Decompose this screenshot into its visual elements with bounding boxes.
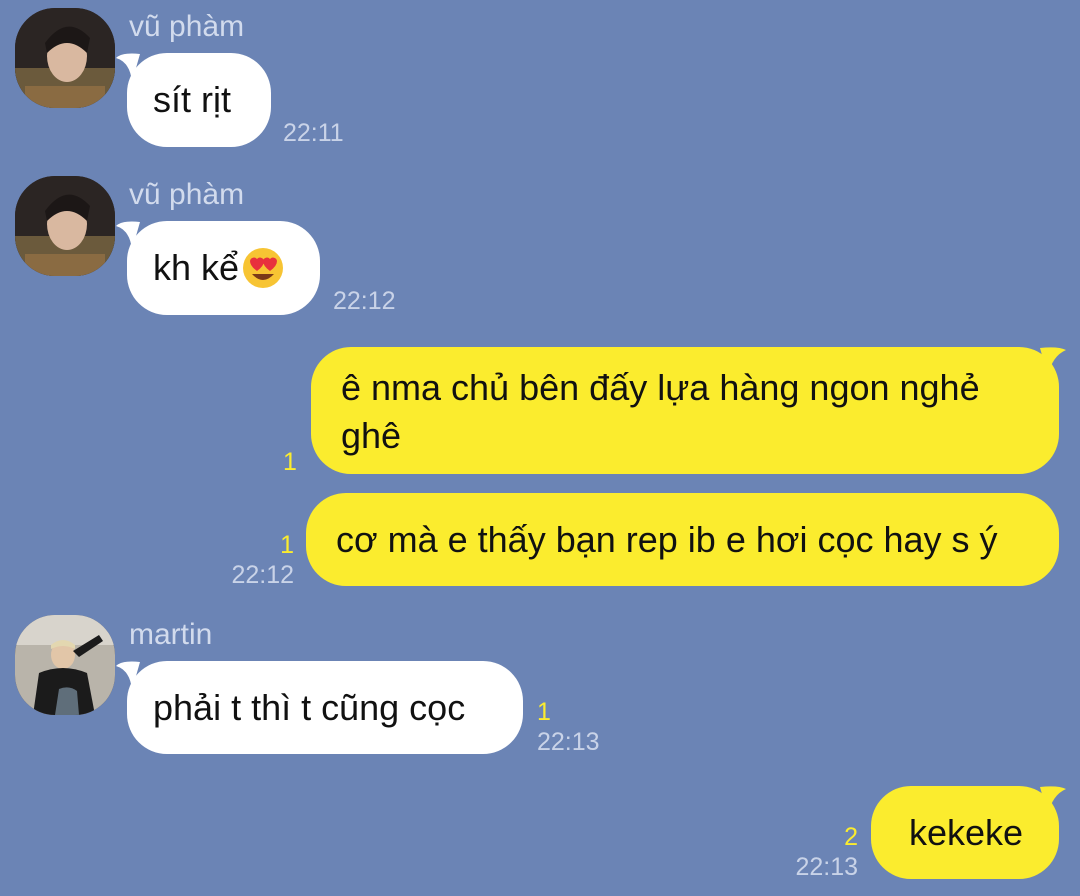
message-meta: 2 22:13 — [792, 822, 858, 882]
message-bubble[interactable]: kekeke — [871, 786, 1059, 879]
bubble-tail — [1040, 786, 1066, 815]
message-meta: 22:12 — [333, 286, 396, 316]
message-time: 22:12 — [333, 287, 396, 315]
message-bubble[interactable]: ê nma chủ bên đấy lựa hàng ngon nghẻ ghê — [311, 347, 1059, 474]
message-text: ê nma chủ bên đấy lựa hàng ngon nghẻ ghê — [341, 367, 980, 456]
avatar-vu-pham[interactable] — [15, 176, 115, 276]
message-meta: 1 22:12 — [228, 530, 294, 590]
message-text: kekeke — [909, 811, 1024, 853]
message-bubble[interactable]: kh kể — [127, 221, 320, 315]
message-bubble[interactable]: phải t thì t cũng cọc — [127, 661, 523, 754]
read-count: 1 — [283, 448, 297, 476]
message-text: cơ mà e thấy bạn rep ib e hơi cọc hay s … — [336, 518, 998, 560]
avatar-martin[interactable] — [15, 615, 115, 715]
message-meta: 1 — [283, 447, 297, 477]
bubble-tail — [1040, 347, 1066, 376]
sender-name: vũ phàm — [129, 178, 245, 211]
message-time: 22:13 — [795, 853, 858, 881]
message-text: sít rịt — [153, 79, 231, 120]
message-text: phải t thì t cũng cọc — [153, 686, 466, 728]
avatar-vu-pham[interactable] — [15, 8, 115, 108]
message-time: 22:12 — [231, 561, 294, 589]
message-bubble[interactable]: cơ mà e thấy bạn rep ib e hơi cọc hay s … — [306, 493, 1059, 586]
message-time: 22:11 — [283, 119, 344, 147]
message-bubble[interactable]: sít rịt — [127, 53, 271, 147]
message-meta: 1 22:13 — [537, 697, 600, 757]
sender-name: martin — [129, 618, 213, 651]
message-time: 22:13 — [537, 728, 600, 756]
message-text: kh kể — [153, 247, 240, 288]
read-count: 1 — [537, 698, 551, 726]
heart-eyes-emoji — [243, 248, 284, 288]
message-meta: 22:11 — [283, 118, 344, 148]
sender-name: vũ phàm — [129, 10, 245, 43]
read-count: 1 — [280, 531, 294, 559]
read-count: 2 — [844, 823, 858, 851]
